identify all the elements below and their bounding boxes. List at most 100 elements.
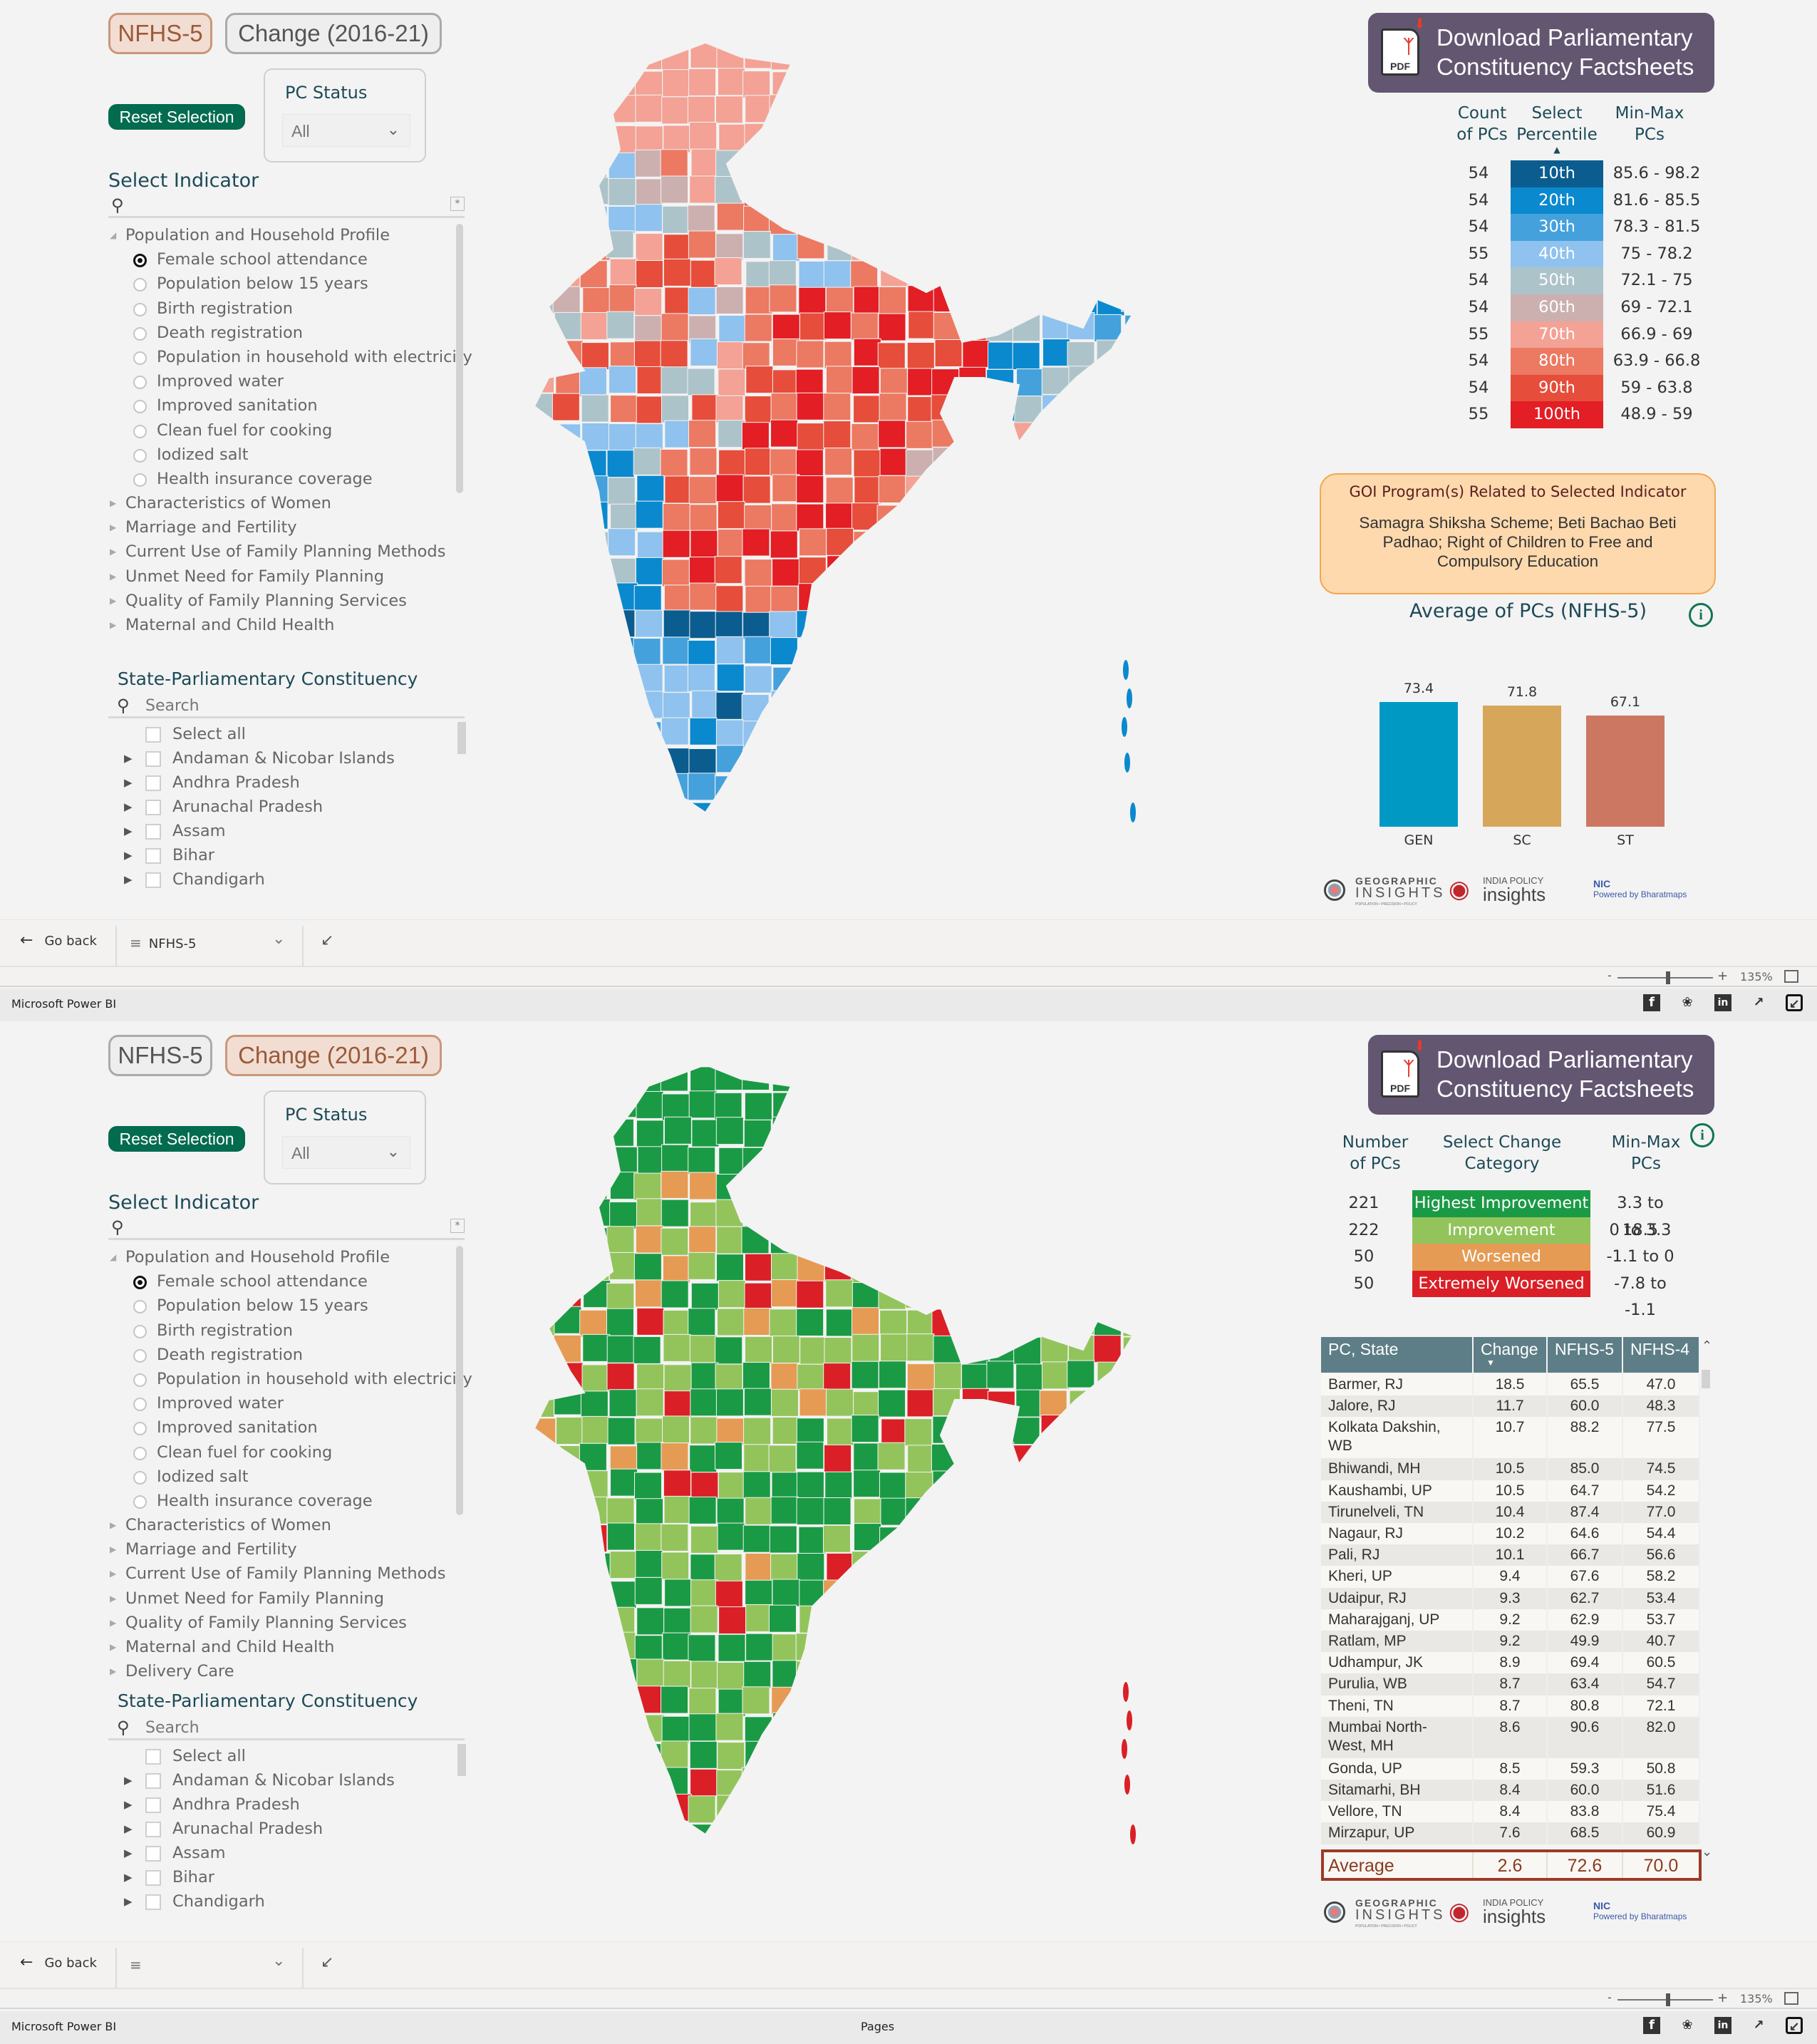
- pc-region[interactable]: [529, 1769, 557, 1797]
- pc-region[interactable]: [1230, 150, 1257, 177]
- pc-region[interactable]: [609, 1146, 638, 1175]
- pc-region[interactable]: [961, 1496, 989, 1524]
- pc-region[interactable]: [1067, 1552, 1096, 1580]
- pc-region[interactable]: [715, 1388, 744, 1417]
- tab-change[interactable]: Change (2016-21): [225, 1035, 442, 1076]
- radio-icon[interactable]: [133, 448, 147, 463]
- pc-region[interactable]: [906, 529, 935, 557]
- pc-region[interactable]: [714, 257, 742, 286]
- pc-region[interactable]: [1067, 475, 1095, 504]
- pc-region[interactable]: [714, 1553, 742, 1581]
- pc-region[interactable]: [1093, 97, 1122, 125]
- pc-region[interactable]: [1097, 1578, 1126, 1606]
- pc-region[interactable]: [716, 43, 745, 69]
- pc-region[interactable]: [1151, 1470, 1178, 1497]
- radio-icon[interactable]: [133, 1348, 147, 1363]
- twitter-icon[interactable]: ❀: [1679, 994, 1696, 1011]
- pc-region[interactable]: [606, 1822, 634, 1849]
- pc-region[interactable]: [906, 1821, 935, 1849]
- pc-region[interactable]: [1151, 556, 1179, 583]
- pc-region[interactable]: [796, 1308, 824, 1336]
- pc-region[interactable]: [961, 502, 989, 530]
- pc-region[interactable]: [931, 1443, 959, 1472]
- pc-region[interactable]: [1040, 1472, 1068, 1500]
- pc-region[interactable]: [771, 1279, 799, 1308]
- pc-region[interactable]: [988, 257, 1016, 286]
- pc-region[interactable]: [1257, 505, 1268, 532]
- table-scroll-down-icon[interactable]: ⌄: [1702, 1844, 1712, 1859]
- radio-icon[interactable]: [133, 1470, 147, 1485]
- pc-region[interactable]: [881, 43, 909, 69]
- pc-region[interactable]: [715, 636, 744, 664]
- pc-region[interactable]: [635, 423, 663, 452]
- pc-region[interactable]: [1258, 366, 1268, 393]
- pc-region[interactable]: [744, 396, 772, 424]
- pc-region[interactable]: [636, 43, 664, 70]
- pc-region[interactable]: [879, 1687, 907, 1715]
- pc-region[interactable]: [1203, 339, 1230, 366]
- column-header[interactable]: NFHS-5: [1548, 1337, 1623, 1373]
- table-row[interactable]: Mirzapur, UP 7.6 68.5 60.9: [1321, 1822, 1700, 1844]
- pc-region[interactable]: [745, 1336, 773, 1364]
- pc-region[interactable]: [1122, 775, 1149, 803]
- pc-region[interactable]: [1260, 1117, 1268, 1144]
- pc-region[interactable]: [1093, 530, 1122, 558]
- pc-region[interactable]: [552, 530, 580, 559]
- zoom-slider[interactable]: [1617, 977, 1713, 979]
- pc-region[interactable]: [1232, 1795, 1259, 1822]
- pc-region[interactable]: [1041, 1631, 1070, 1659]
- pc-region[interactable]: [959, 151, 988, 180]
- pc-region[interactable]: [1042, 1279, 1070, 1307]
- pc-region[interactable]: [1016, 1116, 1045, 1145]
- pc-region[interactable]: [904, 1579, 933, 1608]
- pc-region[interactable]: [827, 1797, 855, 1825]
- go-back-button[interactable]: ← Go back: [20, 931, 97, 949]
- pc-region[interactable]: [1203, 503, 1231, 530]
- pc-region[interactable]: [906, 1229, 934, 1257]
- island-region[interactable]: [1122, 717, 1127, 737]
- pc-region[interactable]: [715, 719, 744, 748]
- pc-region[interactable]: [687, 664, 715, 692]
- table-row[interactable]: Kaushambi, UP 10.5 64.7 54.2: [1321, 1480, 1700, 1502]
- pc-region[interactable]: [988, 1090, 1016, 1119]
- indicator-scrollbar[interactable]: [456, 1246, 463, 1515]
- pc-region[interactable]: [904, 68, 933, 97]
- pc-region[interactable]: [634, 149, 663, 177]
- pc-region[interactable]: [935, 1199, 963, 1228]
- pc-region[interactable]: [715, 1199, 744, 1227]
- pc-region[interactable]: [1176, 421, 1203, 448]
- pc-region[interactable]: [581, 1120, 609, 1148]
- pc-region[interactable]: [1039, 94, 1067, 123]
- pc-region[interactable]: [690, 1362, 719, 1390]
- info-icon[interactable]: i: [1689, 603, 1713, 627]
- pc-region[interactable]: [1176, 448, 1203, 475]
- pc-region[interactable]: [1151, 1714, 1179, 1741]
- pc-region[interactable]: [1093, 1254, 1122, 1282]
- pc-region[interactable]: [527, 1363, 554, 1391]
- pc-region[interactable]: [1230, 1065, 1257, 1093]
- pc-region[interactable]: [1070, 151, 1098, 180]
- pc-region[interactable]: [961, 1065, 989, 1090]
- pc-region[interactable]: [606, 450, 635, 478]
- table-row[interactable]: Vellore, TN 8.4 83.8 75.4: [1321, 1801, 1700, 1823]
- expand-arrow-icon[interactable]: ▶: [124, 770, 133, 795]
- pc-region[interactable]: [1260, 1580, 1268, 1607]
- pc-region[interactable]: [1043, 748, 1072, 776]
- pc-region[interactable]: [879, 1553, 907, 1581]
- pc-region[interactable]: [1124, 1229, 1151, 1257]
- pc-region[interactable]: [933, 1145, 962, 1174]
- column-header[interactable]: PC, State: [1321, 1337, 1474, 1373]
- pc-region[interactable]: [796, 1089, 824, 1118]
- checkbox[interactable]: [145, 1846, 161, 1862]
- pc-region[interactable]: [1013, 500, 1041, 529]
- pc-region[interactable]: [1042, 639, 1070, 668]
- tree-group[interactable]: ▶ Quality of Family Planning Services: [108, 589, 457, 613]
- pc-region[interactable]: [527, 365, 555, 393]
- pc-region[interactable]: [1040, 1065, 1068, 1094]
- pc-region[interactable]: [1093, 1309, 1122, 1337]
- pc-region[interactable]: [1260, 532, 1268, 559]
- pc-region[interactable]: [851, 423, 879, 451]
- pc-region[interactable]: [1095, 1767, 1124, 1796]
- pc-region[interactable]: [824, 448, 853, 476]
- pc-region[interactable]: [931, 1767, 960, 1796]
